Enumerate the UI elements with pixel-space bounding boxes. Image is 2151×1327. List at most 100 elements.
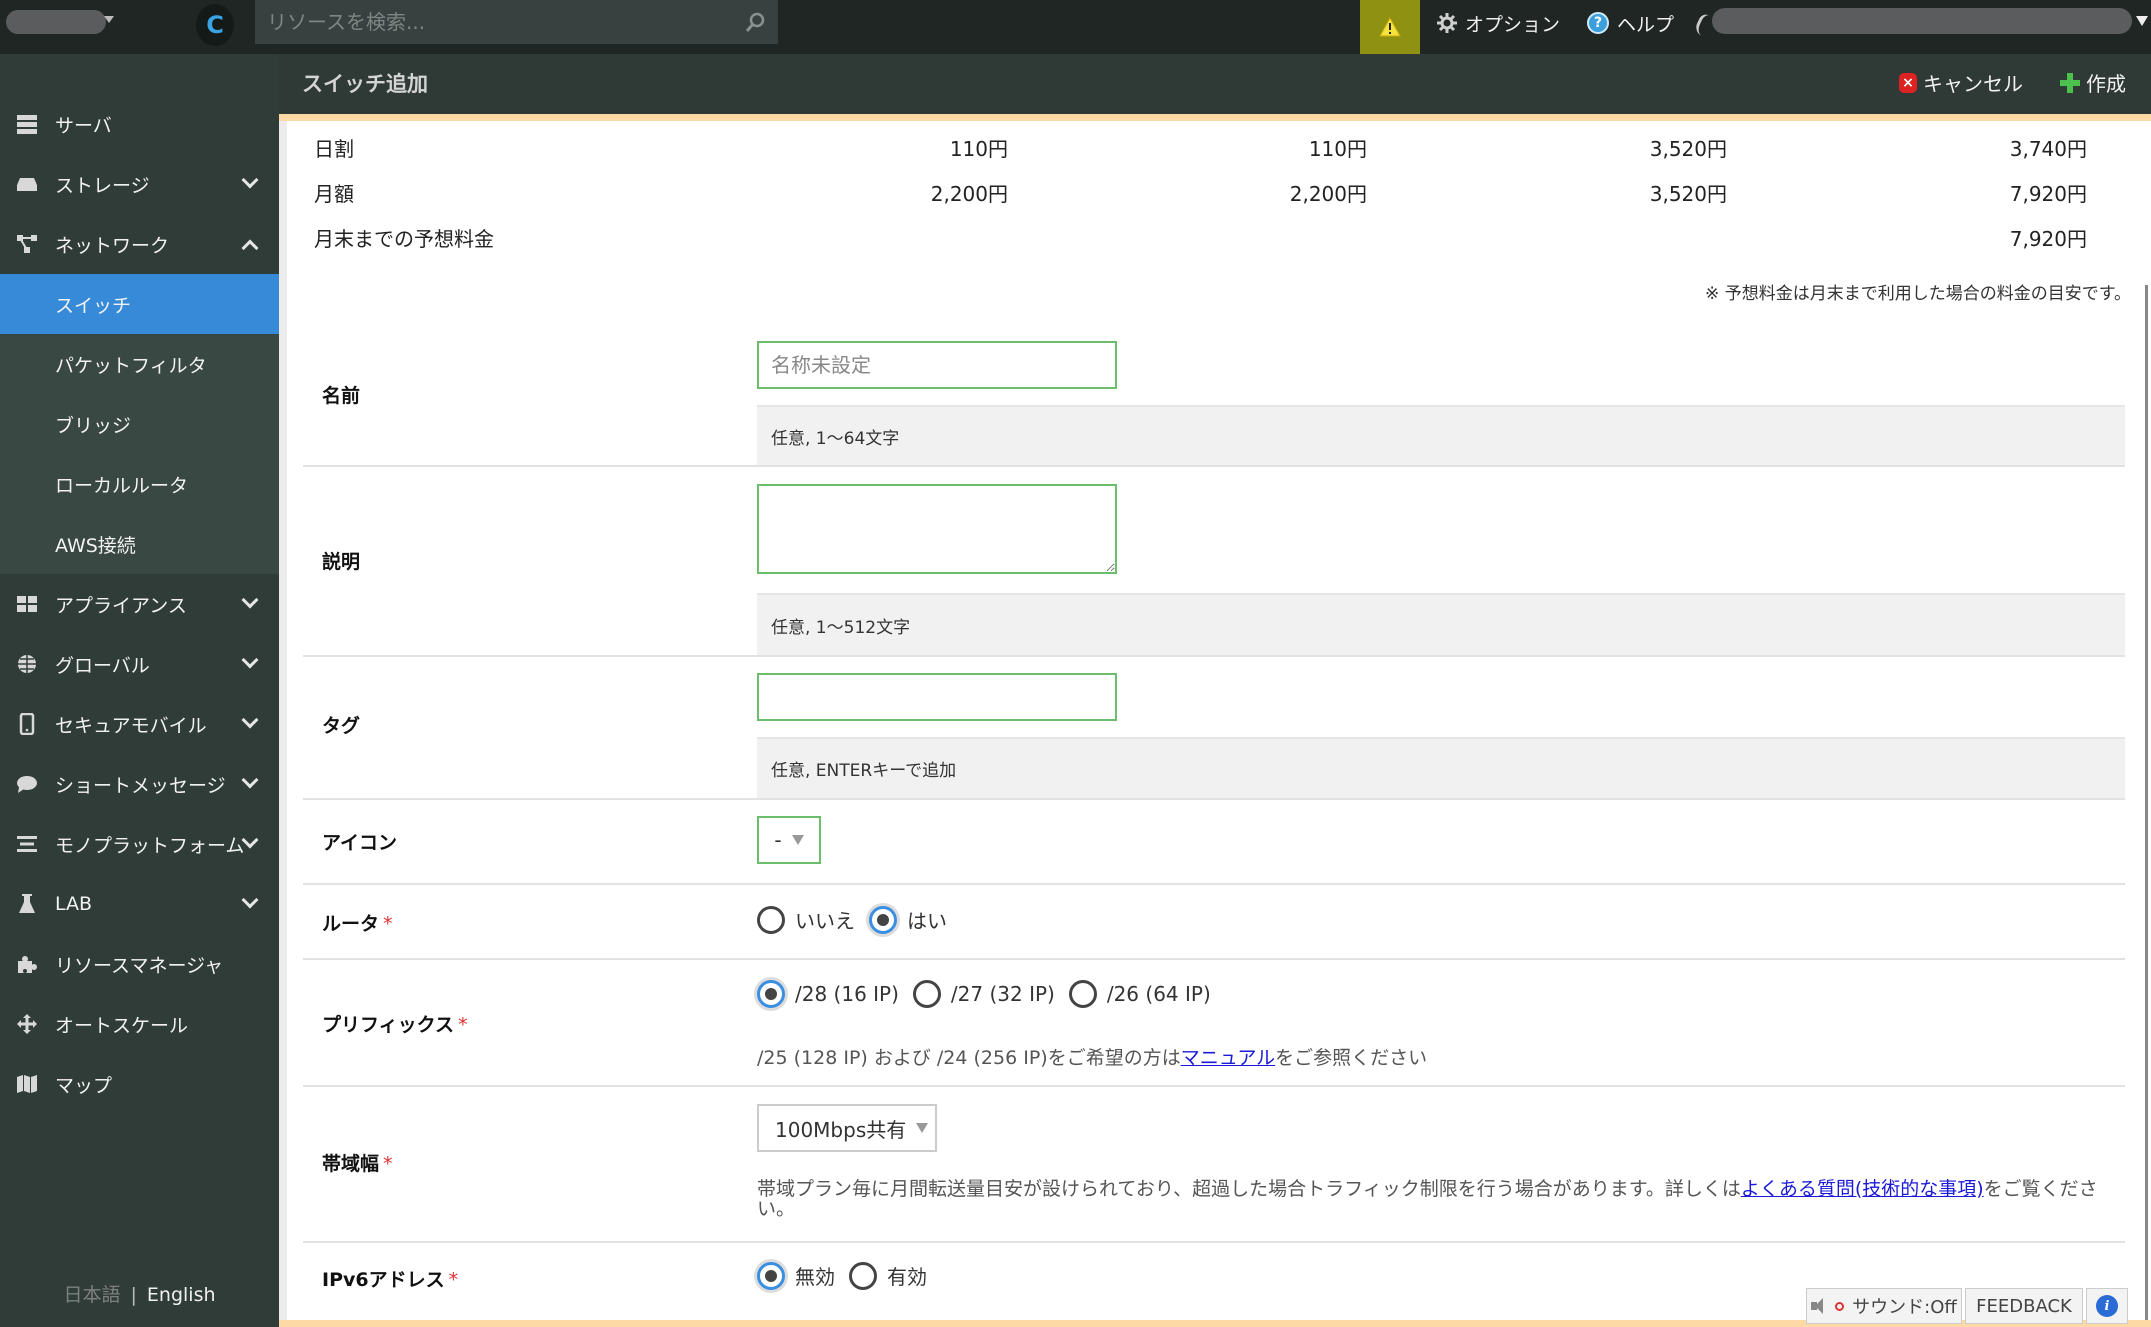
info-button[interactable]: i	[2086, 1288, 2128, 1324]
search-input[interactable]	[255, 10, 725, 34]
sidebar-item-sms[interactable]: ショートメッセージ	[0, 754, 279, 814]
price-value: 110円	[1308, 137, 1367, 161]
feedback-button[interactable]: FEEDBACK	[1965, 1288, 2083, 1324]
faq-link[interactable]: よくある質問(技術的な事項)	[1741, 1178, 1984, 1200]
account-caret-icon[interactable]	[104, 16, 114, 23]
sidebar-subitem-bridge[interactable]: ブリッジ	[0, 394, 279, 454]
sidebar-subitem-switch[interactable]: スイッチ	[0, 274, 279, 334]
language-switcher: 日本語 | English	[0, 1280, 279, 1307]
info-icon: i	[2096, 1295, 2118, 1317]
create-button[interactable]: 作成	[2060, 68, 2126, 97]
prefix-27-label[interactable]: /27 (32 IP)	[951, 982, 1055, 1006]
name-input[interactable]	[757, 341, 1117, 389]
sidebar-item-label: LAB	[55, 893, 93, 915]
price-row-estimate: 月末までの予想料金 7,920円	[287, 215, 2117, 255]
bandwidth-note: 帯域プラン毎に月間転送量目安が設けられており、超過した場合トラフィック制限を行う…	[757, 1178, 2098, 1220]
platform-icon	[17, 836, 37, 852]
tags-input[interactable]	[757, 673, 1117, 721]
prefix-26-radio[interactable]	[1068, 980, 1097, 1008]
mobile-icon	[19, 713, 35, 735]
sidebar-item-mono-platform[interactable]: モノプラットフォーム	[0, 814, 279, 874]
gear-icon	[1437, 13, 1457, 33]
prefix-28-radio[interactable]	[757, 980, 785, 1008]
manual-link[interactable]: マニュアル	[1181, 1047, 1275, 1069]
sidebar-item-secure-mobile[interactable]: セキュアモバイル	[0, 694, 279, 754]
sidebar-item-network[interactable]: ネットワーク	[0, 214, 279, 274]
sidebar-item-resource-manager[interactable]: リソースマネージャ	[0, 934, 279, 994]
bandwidth-select[interactable]: 100Mbps共有	[757, 1104, 937, 1152]
ipv6-disabled-radio[interactable]	[757, 1261, 785, 1290]
router-no-radio[interactable]	[757, 905, 785, 934]
router-no-label[interactable]: いいえ	[795, 905, 855, 934]
router-yes-radio[interactable]	[869, 905, 897, 934]
prefix-note: /25 (128 IP) および /24 (256 IP)をご希望の方はマニュア…	[757, 1047, 1428, 1069]
price-value: 3,520円	[1649, 137, 1727, 161]
prefix-26-label[interactable]: /26 (64 IP)	[1107, 982, 1211, 1006]
sidebar-item-label: パケットフィルタ	[55, 354, 207, 377]
chevron-down-icon	[241, 591, 259, 609]
sidebar-item-label: リソースマネージャ	[55, 954, 224, 977]
flask-icon	[19, 894, 35, 913]
content-gutter	[279, 54, 287, 1327]
price-label: 月末までの予想料金	[314, 227, 494, 251]
sidebar-item-server[interactable]: サーバ	[0, 94, 279, 154]
form-row-tags: タグ 任意, ENTERキーで追加	[303, 657, 2125, 800]
cancel-icon: ×	[1899, 72, 1917, 93]
form-row-router: ルータ * いいえ はい	[303, 885, 2125, 960]
icon-select[interactable]: -	[757, 816, 821, 864]
sidebar-item-label: モノプラットフォーム	[55, 834, 245, 857]
help-menu[interactable]: ? ヘルプ	[1587, 8, 1674, 38]
required-mark: *	[458, 1014, 468, 1036]
price-value: 110円	[949, 137, 1008, 161]
description-textarea[interactable]	[757, 484, 1117, 574]
sidebar-item-lab[interactable]: LAB	[0, 874, 279, 934]
ipv6-disabled-label[interactable]: 無効	[795, 1261, 835, 1290]
dropdown-triangle-icon	[791, 835, 804, 845]
bandwidth-label: 帯域幅 *	[322, 1153, 393, 1175]
cancel-button[interactable]: × キャンセル	[1899, 68, 2023, 97]
content-scrollbar[interactable]	[2145, 285, 2148, 1320]
sidebar-subitem-local-router[interactable]: ローカルルータ	[0, 454, 279, 514]
sidebar-item-label: AWS接続	[55, 534, 136, 557]
name-label: 名前	[322, 385, 361, 407]
form-row-bandwidth: 帯域幅 * 100Mbps共有 帯域プラン毎に月間転送量目安が設けられており、超過…	[303, 1087, 2125, 1243]
sidebar-item-storage[interactable]: ストレージ	[0, 154, 279, 214]
storage-icon	[17, 178, 37, 191]
resource-search	[255, 0, 778, 44]
sidebar-item-global[interactable]: グローバル	[0, 634, 279, 694]
warning-button[interactable]	[1360, 0, 1420, 54]
prefix-27-radio[interactable]	[912, 980, 941, 1008]
sound-toggle-button[interactable]: サウンド:Off	[1806, 1288, 1962, 1324]
refresh-button[interactable]: C	[196, 4, 234, 46]
cancel-label: キャンセル	[1923, 72, 2023, 96]
ipv6-enabled-radio[interactable]	[849, 1261, 877, 1290]
network-submenu: スイッチ パケットフィルタ ブリッジ ローカルルータ AWS接続	[0, 274, 279, 574]
form-row-name: 名前 任意, 1〜64文字	[303, 321, 2125, 467]
prefix-28-label[interactable]: /28 (16 IP)	[795, 982, 899, 1006]
options-menu[interactable]: オプション	[1437, 8, 1560, 38]
icon-select-value: -	[774, 828, 782, 852]
sidebar-item-autoscale[interactable]: オートスケール	[0, 994, 279, 1054]
help-label: ヘルプ	[1617, 13, 1675, 36]
price-label: 月額	[314, 182, 354, 206]
user-menu[interactable]	[1712, 8, 2132, 34]
bandwidth-select-value: 100Mbps共有	[775, 1117, 907, 1142]
required-mark: *	[383, 913, 393, 935]
help-icon: ?	[1587, 12, 1609, 34]
tags-label: タグ	[322, 715, 361, 737]
chat-icon	[17, 776, 37, 793]
user-menu-caret-icon[interactable]	[2136, 16, 2148, 26]
lang-english[interactable]: English	[147, 1284, 216, 1306]
sidebar-subitem-aws-connect[interactable]: AWS接続	[0, 514, 279, 574]
sidebar-subitem-packet-filter[interactable]: パケットフィルタ	[0, 334, 279, 394]
sidebar-item-label: サーバ	[55, 114, 112, 137]
lang-japanese[interactable]: 日本語	[63, 1284, 120, 1306]
account-switcher[interactable]	[6, 10, 106, 34]
sidebar-item-map[interactable]: マップ	[0, 1054, 279, 1114]
sidebar-item-appliance[interactable]: アプライアンス	[0, 574, 279, 634]
globe-icon	[18, 655, 36, 673]
ipv6-enabled-label[interactable]: 有効	[887, 1261, 927, 1290]
router-yes-label[interactable]: はい	[907, 905, 947, 934]
search-icon[interactable]	[744, 11, 766, 33]
router-label: ルータ *	[322, 913, 393, 935]
